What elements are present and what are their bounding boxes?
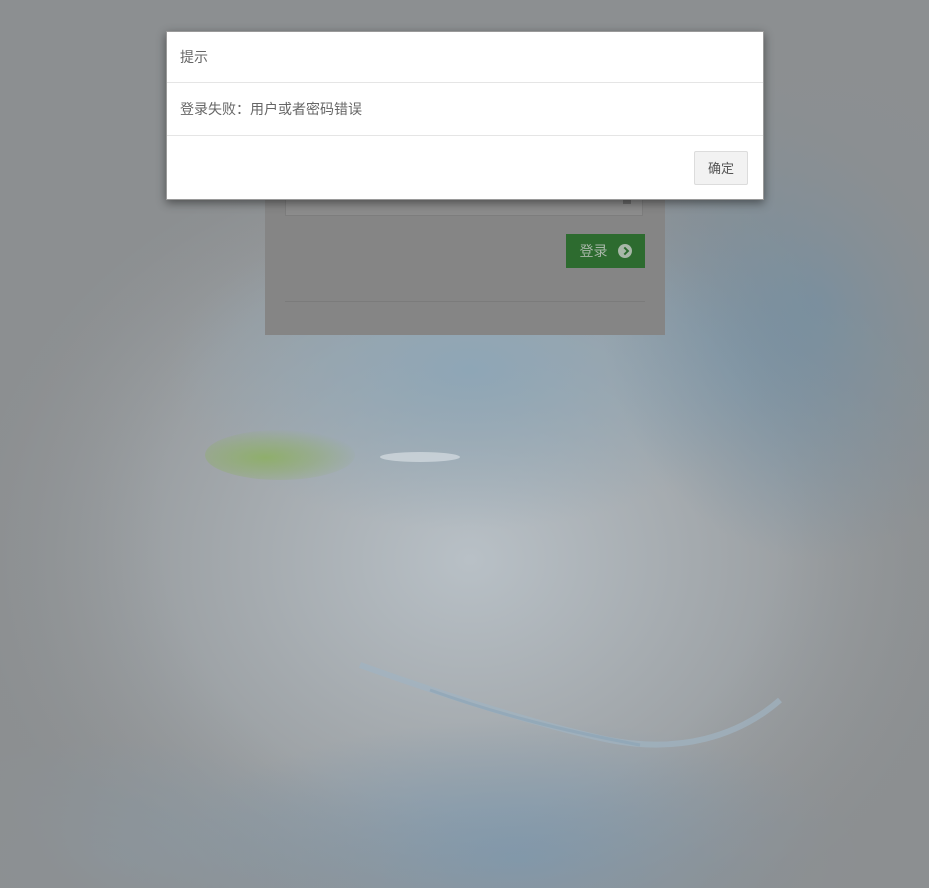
panel-divider [285, 301, 645, 302]
login-button-label: 登录 [579, 244, 608, 260]
dialog-footer: 确定 [167, 136, 763, 199]
dialog-message: 登录失败：用户或者密码错误 [180, 102, 362, 118]
page-background: ••••••• 登录 提示 登录失败：用户或者密码错误 确定 [0, 0, 929, 888]
alert-dialog: 提示 登录失败：用户或者密码错误 确定 [166, 31, 764, 200]
arrow-circle-right-icon [617, 244, 632, 258]
dialog-title: 提示 [180, 50, 208, 66]
confirm-button[interactable]: 确定 [694, 150, 748, 185]
dialog-body: 登录失败：用户或者密码错误 [167, 83, 763, 136]
dialog-header: 提示 [167, 32, 763, 83]
login-button[interactable]: 登录 [566, 234, 645, 268]
